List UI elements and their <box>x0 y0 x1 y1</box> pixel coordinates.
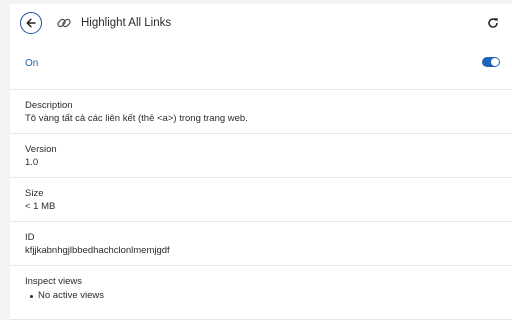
toggle-knob <box>491 58 499 66</box>
arrow-left-icon <box>26 18 36 28</box>
id-section: ID kfjjkabnhgjlbbedhachclonlmemjgdf <box>10 222 512 266</box>
size-label: Size <box>25 188 44 199</box>
id-value: kfjjkabnhgjlbbedhachclonlmemjgdf <box>25 245 170 256</box>
inspect-views-item: No active views <box>38 290 104 301</box>
size-value: < 1 MB <box>25 201 56 212</box>
enable-label: On <box>25 58 39 69</box>
details-header: Highlight All Links <box>10 4 512 46</box>
description-label: Description <box>25 100 73 111</box>
extension-details-card: Highlight All Links On Description Tô và… <box>10 4 512 320</box>
version-label: Version <box>25 144 57 155</box>
enable-toggle[interactable] <box>482 57 500 67</box>
size-section: Size < 1 MB <box>10 178 512 222</box>
back-button[interactable] <box>20 12 42 34</box>
bullet-dot <box>30 295 33 298</box>
reload-icon[interactable] <box>486 16 500 30</box>
enable-row: On <box>10 46 512 90</box>
link-icon <box>57 18 71 28</box>
id-label: ID <box>25 232 35 243</box>
description-value: Tô vàng tất cả các liên kết (thẻ <a>) tr… <box>25 113 248 124</box>
extension-title: Highlight All Links <box>81 17 172 29</box>
inspect-views-section: Inspect views No active views <box>10 266 512 320</box>
version-section: Version 1.0 <box>10 134 512 178</box>
version-value: 1.0 <box>25 157 39 168</box>
description-section: Description Tô vàng tất cả các liên kết … <box>10 90 512 134</box>
inspect-views-label: Inspect views <box>25 276 83 287</box>
